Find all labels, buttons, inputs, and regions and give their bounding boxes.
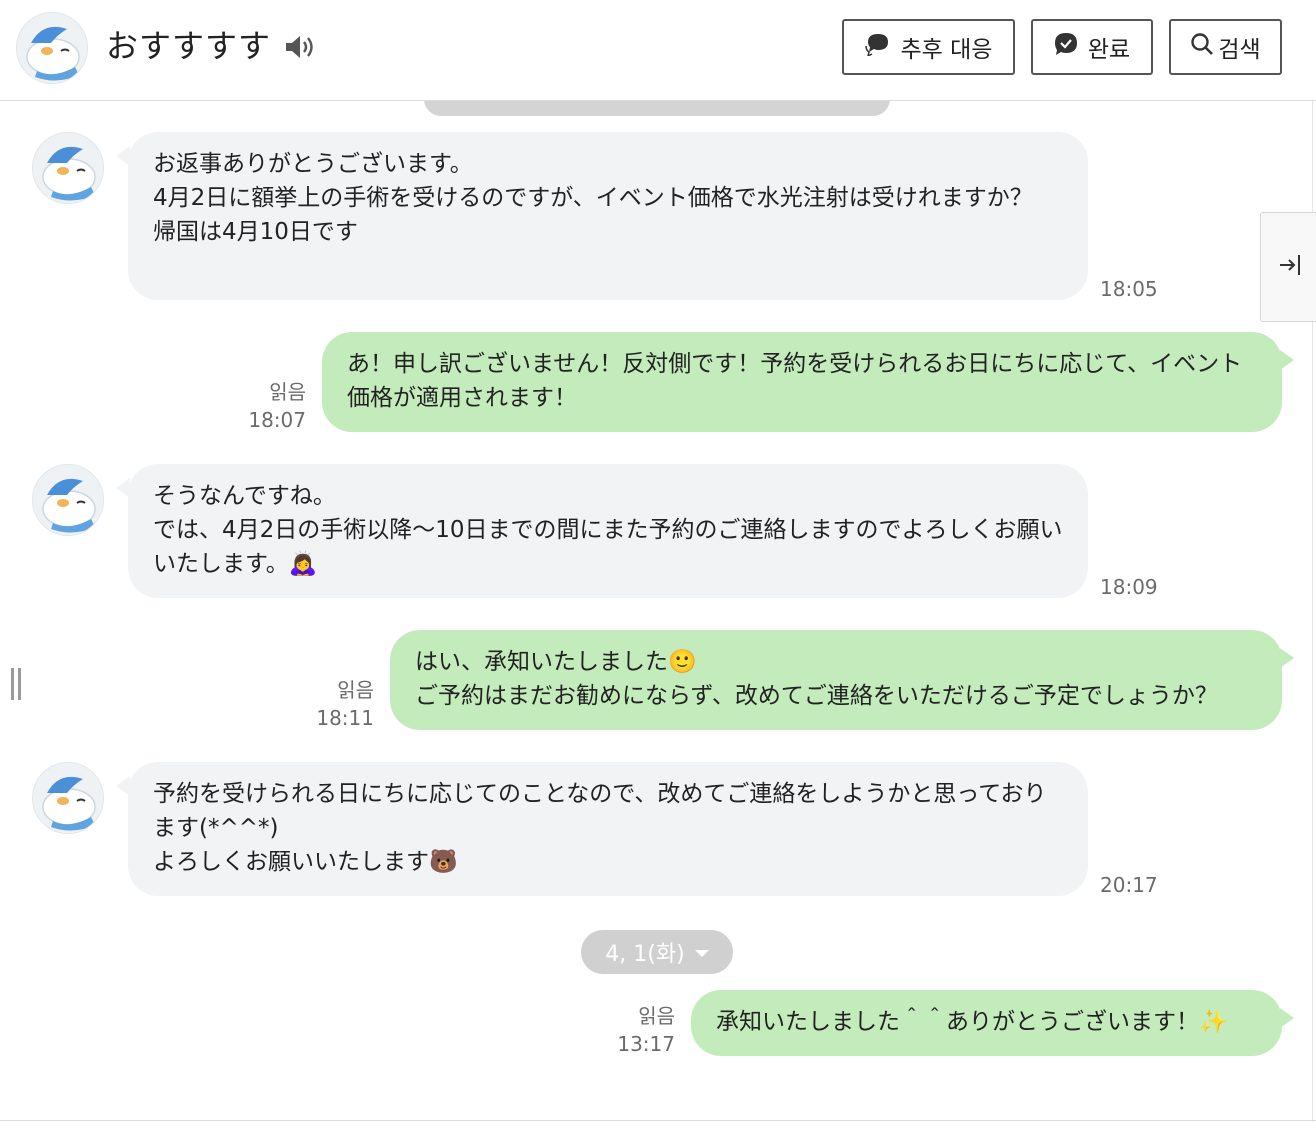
- outgoing-message[interactable]: はい、承知いたしました🙂 ご予約はまだお勧めにならず、改めてご連絡をいただけるご…: [390, 630, 1294, 730]
- outgoing-message[interactable]: 承知いたしました＾＾ありがとうございます！✨: [691, 990, 1294, 1056]
- message-time: 18:11: [316, 706, 374, 730]
- contact-avatar[interactable]: [16, 12, 88, 84]
- collapse-panel-button[interactable]: [1260, 212, 1316, 322]
- message-time: 20:17: [1100, 873, 1158, 897]
- message-meta: 읽음 18:07: [226, 378, 306, 434]
- divider: [1312, 322, 1313, 1122]
- search-label: 검색: [1218, 37, 1261, 63]
- message-time: 18:09: [1100, 575, 1158, 599]
- drag-handle-icon[interactable]: [10, 668, 22, 704]
- message-time: 18:05: [1100, 277, 1158, 301]
- date-divider[interactable]: 4, 1(화): [581, 930, 733, 974]
- chat-header: おすすすす 추후 대응 완료 검색: [0, 0, 1316, 101]
- read-status: 읽음: [638, 1004, 675, 1028]
- sender-avatar[interactable]: [32, 762, 104, 834]
- search-button[interactable]: 검색: [1169, 19, 1282, 75]
- read-status: 읽음: [269, 380, 306, 404]
- date-divider-label: 4, 1(화): [605, 942, 685, 967]
- message-meta: 읽음 13:17: [595, 1002, 675, 1058]
- chat-bubbles-icon: [864, 32, 901, 62]
- message-time: 13:17: [617, 1032, 675, 1056]
- incoming-message[interactable]: そうなんですね。 では、4月2日の手術以降～10日までの間にまた予約のご連絡しま…: [116, 464, 1088, 598]
- message-time: 18:07: [248, 408, 306, 432]
- done-button[interactable]: 완료: [1031, 19, 1153, 75]
- incoming-message[interactable]: 予約を受けられる日にちに応じてのことなので、改めてご連絡をしようかと思っておりま…: [116, 762, 1088, 896]
- speaker-icon[interactable]: [284, 34, 314, 64]
- done-label: 완료: [1087, 37, 1131, 63]
- chat-title: おすすすす: [106, 27, 272, 65]
- search-icon: [1190, 32, 1218, 62]
- read-status: 읽음: [337, 678, 374, 702]
- message-meta: 읽음 18:11: [294, 676, 374, 732]
- chevron-down-icon: [694, 949, 709, 957]
- outgoing-message[interactable]: あ！申し訳ございません！反対側です！予約を受けられるお日にちに応じて、イベント価…: [322, 332, 1294, 432]
- incoming-message[interactable]: お返事ありがとうございます。 4月2日に額挙上の手術を受けるのですが、イベント価…: [116, 132, 1088, 300]
- divider: [1312, 100, 1313, 212]
- sender-avatar[interactable]: [32, 132, 104, 204]
- collapse-right-icon: [1278, 252, 1304, 282]
- composer-divider: [0, 1120, 1316, 1121]
- followup-label: 추후 대응: [900, 37, 993, 63]
- check-circle-icon: [1054, 32, 1088, 62]
- sender-avatar[interactable]: [32, 464, 104, 536]
- followup-button[interactable]: 추후 대응: [842, 19, 1015, 75]
